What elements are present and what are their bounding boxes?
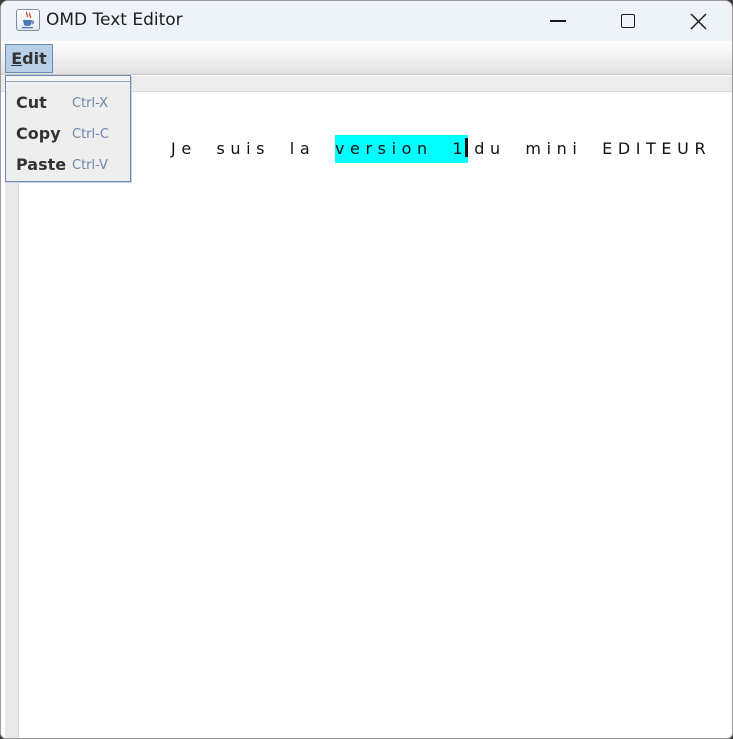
menu-edit-label-rest: dit	[22, 49, 47, 68]
editor-gutter	[5, 92, 19, 738]
window-title: OMD Text Editor	[46, 10, 183, 30]
menu-bar: Edit	[1, 41, 732, 75]
text-after-selection: du mini EDITEUR	[474, 139, 712, 158]
java-coffee-cup-icon	[16, 9, 40, 31]
menu-item-paste[interactable]: Paste Ctrl-V	[6, 149, 130, 180]
editor-text-line[interactable]: Je suis la version 1 du mini EDITEUR	[171, 135, 711, 163]
text-caret	[465, 138, 469, 157]
menu-edit[interactable]: Edit	[5, 44, 53, 73]
close-icon	[689, 12, 707, 30]
menu-item-cut-label: Cut	[16, 93, 47, 112]
selected-text[interactable]: version 1	[334, 135, 469, 163]
menu-edit-mnemonic: E	[11, 49, 23, 68]
minimize-icon	[550, 20, 566, 22]
edit-menu-popup: Cut Ctrl-X Copy Ctrl-C Paste Ctrl-V	[5, 75, 131, 182]
menu-item-copy-shortcut: Ctrl-C	[72, 127, 109, 142]
title-bar[interactable]: OMD Text Editor	[1, 1, 732, 41]
app-window: OMD Text Editor Edit Je suis la version …	[0, 0, 733, 739]
minimize-button[interactable]	[535, 1, 581, 41]
menu-item-cut-shortcut: Ctrl-X	[72, 96, 109, 111]
menu-item-copy[interactable]: Copy Ctrl-C	[6, 118, 130, 149]
popup-header-strip	[6, 76, 130, 82]
maximize-button[interactable]	[605, 1, 651, 41]
text-editor-area[interactable]: Je suis la version 1 du mini EDITEUR	[1, 92, 732, 738]
menu-item-paste-label: Paste	[16, 155, 67, 174]
menu-item-cut[interactable]: Cut Ctrl-X	[6, 87, 130, 118]
menu-item-paste-shortcut: Ctrl-V	[72, 158, 108, 173]
close-button[interactable]	[675, 1, 721, 41]
text-before-selection: Je suis la	[171, 139, 335, 158]
menu-item-copy-label: Copy	[16, 124, 61, 143]
maximize-icon	[621, 14, 635, 28]
